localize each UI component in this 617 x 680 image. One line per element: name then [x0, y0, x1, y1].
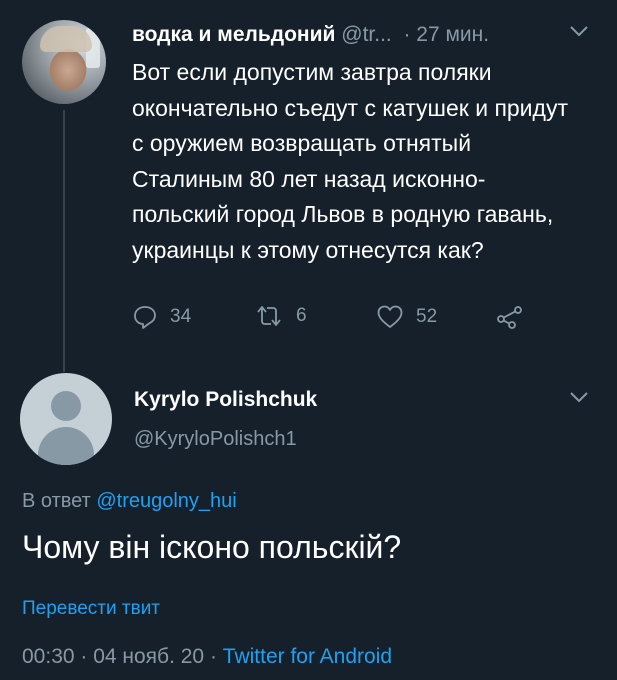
avatar-head-shape: [51, 391, 81, 421]
reply-icon: [132, 304, 158, 330]
avatar[interactable]: [22, 20, 106, 104]
share-icon: [496, 304, 524, 330]
timestamp: 00:30 · 04 нояб. 20 ·: [22, 645, 217, 668]
tweet-header: водка и мельдоний @tr... · 27 мин.: [132, 23, 489, 47]
chevron-down-icon[interactable]: [568, 390, 590, 409]
tweet-time[interactable]: 27 мин.: [416, 23, 489, 46]
retweet-action[interactable]: 6: [254, 304, 307, 328]
heart-icon: [376, 304, 404, 330]
replying-to: В ответ @treugolny_hui: [22, 490, 237, 513]
reply-text: Чому він ісконо польскій?: [22, 529, 402, 565]
tweet-actions: 34 6 52: [132, 304, 532, 334]
reply-author-handle[interactable]: @KyryloPolishch1: [134, 428, 297, 451]
reply-count: 34: [170, 306, 192, 327]
tweet-meta: 00:30 · 04 нояб. 20 · Twitter for Androi…: [22, 645, 392, 669]
reply-action[interactable]: 34: [132, 304, 191, 330]
author-handle[interactable]: @tr...: [341, 23, 392, 46]
translate-link[interactable]: Перевести твит: [22, 598, 160, 620]
author-name[interactable]: водка и мельдоний: [132, 23, 335, 46]
avatar-torso-shape: [38, 427, 94, 465]
source-link[interactable]: Twitter for Android: [223, 645, 392, 668]
reply-author-name[interactable]: Kyrylo Polishchuk: [134, 388, 317, 412]
retweet-count: 6: [296, 305, 307, 326]
chevron-down-icon[interactable]: [568, 24, 590, 43]
like-action[interactable]: 52: [376, 304, 437, 330]
tweet-text: Вот если допустим завтра поляки окончате…: [132, 59, 568, 263]
mention-link[interactable]: @treugolny_hui: [96, 490, 236, 512]
share-action[interactable]: [496, 304, 524, 330]
replying-prefix: В ответ: [22, 490, 91, 512]
default-avatar[interactable]: [20, 373, 112, 465]
thread-line: [63, 110, 65, 372]
avatar-hair: [40, 26, 92, 52]
time-separator: ·: [403, 23, 411, 46]
retweet-icon: [254, 304, 284, 328]
like-count: 52: [416, 306, 438, 327]
